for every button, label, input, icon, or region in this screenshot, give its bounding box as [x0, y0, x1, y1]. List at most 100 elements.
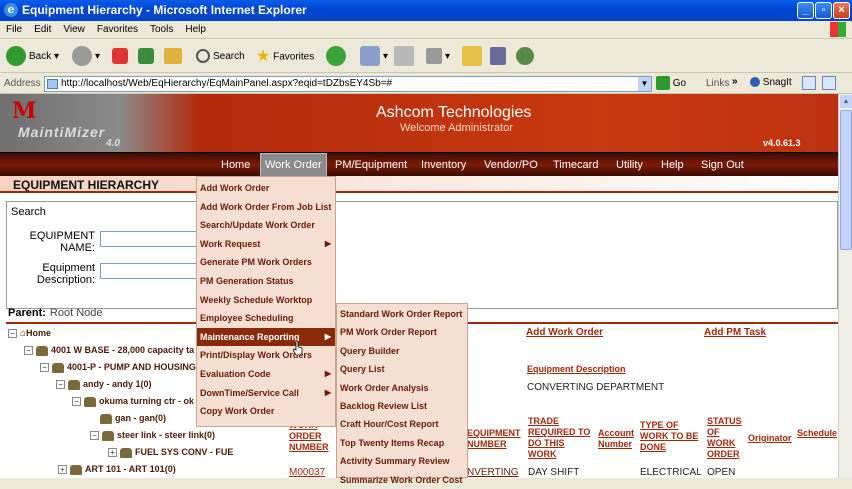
nav-utility[interactable]: Utility — [612, 153, 647, 177]
address-dropdown-icon[interactable]: ▼ — [638, 77, 651, 91]
work-order-menu-item[interactable]: Maintenance Reporting ▶ — [197, 327, 335, 347]
snagit-region-icon[interactable] — [822, 76, 836, 90]
nav-sign-out[interactable]: Sign Out — [697, 153, 748, 177]
menu-help[interactable]: Help — [179, 21, 212, 35]
search-button[interactable]: Search — [196, 46, 245, 68]
work-order-menu-item[interactable]: Copy Work Order — [197, 402, 335, 421]
forward-button[interactable]: ▾ — [72, 46, 100, 68]
nav-help[interactable]: Help — [657, 153, 688, 177]
reporting-menu-item[interactable]: Standard Work Order Report — [337, 305, 467, 323]
scroll-up-icon[interactable]: ▲ — [840, 95, 852, 108]
menu-tools[interactable]: Tools — [144, 21, 179, 35]
vertical-scrollbar[interactable]: ▲ — [838, 94, 852, 478]
home-button[interactable] — [164, 46, 185, 68]
edit-button[interactable]: ▾ — [426, 46, 450, 68]
work-order-menu-item[interactable]: Add Work Order — [197, 179, 335, 198]
nav-work-order[interactable]: Work Order — [260, 153, 327, 177]
col-originator[interactable]: Originator — [748, 433, 792, 444]
maximize-button[interactable]: ▫ — [815, 2, 832, 19]
collapse-icon[interactable]: − — [90, 431, 99, 441]
reporting-menu-item[interactable]: PM Work Order Report — [337, 323, 467, 341]
equipment-description-input[interactable] — [100, 263, 200, 279]
work-order-menu-item[interactable]: Work Request ▶ — [197, 235, 335, 254]
go-button[interactable]: Go — [656, 76, 686, 92]
menu-file[interactable]: File — [0, 21, 28, 35]
scroll-thumb[interactable] — [840, 110, 852, 250]
refresh-button[interactable] — [138, 46, 157, 68]
research-button[interactable] — [490, 46, 509, 68]
work-order-menu-item[interactable]: DownTime/Service Call ▶ — [197, 384, 335, 403]
col-trade-required[interactable]: TRADE REQUIRED TO DO THIS WORK — [528, 416, 594, 460]
expand-icon[interactable]: + — [108, 448, 117, 458]
work-order-menu-item[interactable]: Evaluation Code ▶ — [197, 365, 335, 384]
address-input[interactable]: http://localhost/Web/EqHierarchy/EqMainP… — [44, 76, 652, 92]
collapse-icon[interactable]: − — [24, 346, 33, 356]
reporting-menu-item[interactable]: Summarize Work Order Cost — [337, 471, 467, 489]
col-equipment-number[interactable]: EQUIPMENT NUMBER — [467, 428, 521, 450]
work-order-menu-item[interactable]: Weekly Schedule Worktop — [197, 291, 335, 310]
add-work-order-link[interactable]: Add Work Order — [526, 327, 603, 338]
links-label[interactable]: Links — [706, 78, 729, 89]
close-button[interactable]: × — [833, 2, 850, 19]
stop-icon — [112, 48, 128, 65]
reporting-menu-item[interactable]: Activity Summary Review — [337, 452, 467, 470]
col-type-of-work[interactable]: TYPE OF WORK TO BE DONE — [640, 420, 704, 453]
collapse-icon[interactable]: − — [40, 363, 49, 373]
tree-node[interactable]: gan - gan(0) — [100, 412, 166, 424]
work-order-number-link[interactable]: M00037 — [289, 467, 325, 478]
menu-favorites[interactable]: Favorites — [91, 21, 144, 35]
work-order-menu-item[interactable]: Print/Display Work Orders — [197, 346, 335, 365]
back-button[interactable]: Back ▾ — [6, 46, 59, 68]
col-account-number[interactable]: Account Number — [598, 428, 638, 450]
col-status[interactable]: STATUS OF WORK ORDER — [707, 416, 745, 460]
history-button[interactable] — [326, 46, 349, 68]
mail-button[interactable]: ▾ — [360, 46, 388, 68]
nav-timecard[interactable]: Timecard — [549, 153, 602, 177]
equipment-number-link[interactable]: NVERTING — [467, 467, 519, 478]
menu-view[interactable]: View — [57, 21, 91, 35]
nav-home[interactable]: Home — [217, 153, 254, 177]
nav-pm-equipment[interactable]: PM/Equipment — [331, 153, 411, 177]
work-order-menu-item[interactable]: PM Generation Status — [197, 272, 335, 291]
tree-node-home[interactable]: − ⌂Home — [8, 327, 51, 340]
equipment-icon — [120, 447, 132, 458]
reporting-menu-item[interactable]: Backlog Review List — [337, 397, 467, 415]
reporting-menu-item[interactable]: Top Twenty Items Recap — [337, 434, 467, 452]
work-order-menu-item[interactable]: Add Work Order From Job List — [197, 198, 335, 217]
menu-edit[interactable]: Edit — [28, 21, 57, 35]
tree-node[interactable]: −4001 W BASE - 28,000 capacity ta — [24, 344, 194, 356]
collapse-icon[interactable]: − — [8, 329, 17, 339]
nav-vendor-po[interactable]: Vendor/PO — [480, 153, 542, 177]
reporting-menu-item[interactable]: Work Order Analysis — [337, 379, 467, 397]
folder-button[interactable] — [462, 46, 485, 68]
snagit-window-icon[interactable] — [802, 76, 816, 90]
collapse-icon[interactable]: − — [56, 380, 65, 390]
print-button[interactable] — [394, 46, 417, 68]
work-order-menu-item[interactable]: Search/Update Work Order — [197, 216, 335, 235]
snagit-button[interactable]: SnagIt — [750, 77, 792, 88]
reporting-menu-item[interactable]: Query List — [337, 360, 467, 378]
work-order-menu-item[interactable]: Generate PM Work Orders — [197, 253, 335, 272]
tree-node[interactable]: + FUEL SYS CONV - FUE — [108, 446, 233, 458]
equipment-name-input[interactable] — [100, 231, 200, 247]
tree-node[interactable]: − andy - andy 1(0) — [56, 378, 152, 390]
work-order-menu-item[interactable]: Employee Scheduling — [197, 309, 335, 328]
tree-node[interactable]: − okuma turning ctr - ok — [72, 395, 194, 407]
messenger-button[interactable] — [516, 46, 537, 68]
printer-icon — [394, 46, 414, 67]
favorites-button[interactable]: ★ Favorites — [256, 46, 314, 68]
collapse-icon[interactable]: − — [72, 397, 81, 407]
tree-node[interactable]: + ART 101 - ART 101(0) — [58, 463, 176, 475]
nav-inventory[interactable]: Inventory — [417, 153, 470, 177]
minimize-button[interactable]: _ — [797, 2, 814, 19]
history-icon — [326, 46, 346, 67]
reporting-menu-item[interactable]: Query Builder — [337, 342, 467, 360]
reporting-menu-item[interactable]: Craft Hour/Cost Report — [337, 415, 467, 433]
tree-node[interactable]: −4001-P - PUMP AND HOUSING — [40, 361, 196, 373]
stop-button[interactable] — [112, 46, 131, 68]
expand-icon[interactable]: + — [58, 465, 67, 475]
col-schedule-date[interactable]: Schedule Date — [797, 428, 837, 439]
add-pm-task-link[interactable]: Add PM Task — [704, 327, 766, 338]
links-chevron-icon[interactable]: » — [732, 76, 738, 87]
tree-node[interactable]: − steer link - steer link(0) — [90, 429, 215, 441]
